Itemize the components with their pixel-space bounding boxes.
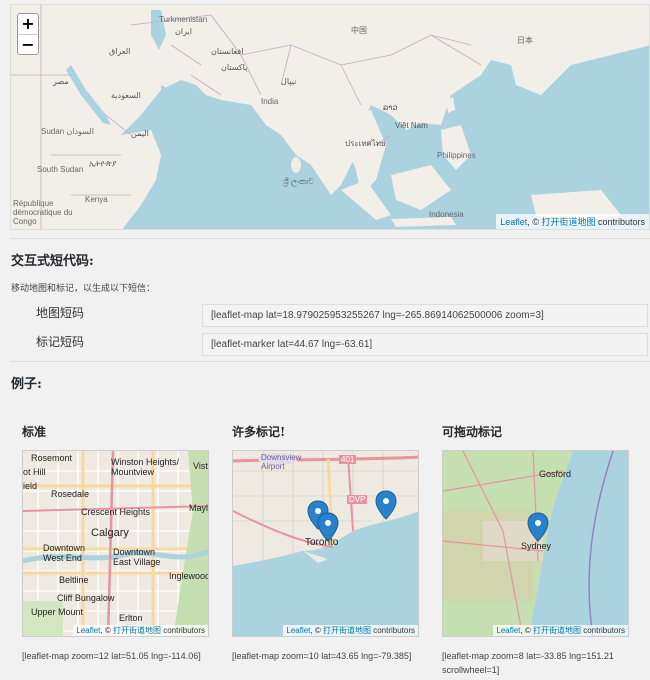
map-label: پاکستان [221, 63, 248, 72]
map-label: ot Hill [23, 467, 46, 477]
map-label: Upper Mount [31, 607, 84, 617]
example-title-standard: 标准 [22, 425, 47, 439]
map-label: Crescent Heights [81, 507, 151, 517]
example-title-many-markers: 许多标记! [232, 425, 286, 439]
map-label: Vista [193, 461, 208, 471]
map-label: 401 [339, 455, 357, 464]
marker-shortcode-field[interactable]: [leaflet-marker lat=44.67 lng=-63.61] [202, 333, 648, 356]
map-attribution: Leaflet, © 打开街道地图 contributors [493, 625, 628, 636]
map-label: Toronto [305, 537, 339, 548]
map-label: اليمن [131, 129, 149, 138]
map-label: Turkmenistan [159, 15, 208, 24]
attribution-contributors: contributors [595, 217, 645, 227]
example-map-many-markers[interactable]: Downsview Airport 401 DVP Toronto Leafle… [232, 450, 419, 637]
map-label: Indonesia [429, 210, 464, 219]
attribution-sep: , © [520, 626, 533, 635]
divider [10, 361, 650, 362]
example-code-many-markers: [leaflet-map zoom=10 lat=43.65 lng=-79.3… [232, 651, 412, 661]
map-label: Mayla [189, 503, 209, 513]
map-label: Downtown East Village [113, 547, 161, 567]
zoom-control: + − [17, 13, 39, 55]
attribution-sep: , © [527, 217, 542, 227]
osm-link[interactable]: 打开街道地图 [323, 626, 371, 635]
examples-heading: 例子: [11, 377, 42, 392]
map-label: Downsview Airport [261, 453, 302, 471]
map-label: ኢትዮጵያ [89, 159, 117, 168]
map-label: ایران [175, 27, 192, 36]
osm-link[interactable]: 打开街道地图 [533, 626, 581, 635]
map-shortcode-field[interactable]: [leaflet-map lat=18.979025953255267 lng=… [202, 304, 648, 327]
example-title-draggable-marker: 可拖动标记 [442, 425, 503, 439]
map-label: 日本 [517, 36, 533, 45]
map-label: ລາວ [383, 103, 398, 112]
map-label: العراق [109, 47, 131, 56]
map-label: République démocratique du Congo [13, 199, 73, 226]
map-attribution: Leaflet, © 打开街道地图 contributors [496, 214, 649, 229]
attribution-contributors: contributors [160, 626, 205, 635]
map-label: DVP [347, 495, 368, 504]
attribution-sep: , © [100, 626, 113, 635]
interactive-heading: 交互式短代码: [11, 254, 94, 269]
map-label: Downtown West End [43, 543, 86, 563]
map-label: Việt Nam [395, 121, 428, 130]
map-label: Cliff Bungalow [57, 593, 115, 603]
attribution-contributors: contributors [580, 626, 625, 635]
map-shortcode-label: 地图短码 [36, 306, 85, 320]
divider [10, 238, 650, 239]
map-label: 中国 [351, 26, 367, 35]
map-label: السعودية [111, 91, 141, 100]
leaflet-link[interactable]: Leaflet [500, 217, 527, 227]
map-label: Sudan السودان [41, 127, 94, 136]
map-label: Calgary [91, 527, 129, 539]
map-label: مصر [53, 77, 69, 86]
attribution-contributors: contributors [370, 626, 415, 635]
zoom-out-button[interactable]: − [18, 34, 38, 54]
example-map-draggable-marker[interactable]: Gosford Sydney Leaflet, © 打开街道地图 contrib… [442, 450, 629, 637]
map-label: افغانستان [211, 47, 244, 56]
main-map[interactable]: + − Turkmenistan 中国 日本 العراق افغانستان … [10, 4, 650, 230]
zoom-in-button[interactable]: + [18, 14, 38, 34]
map-label: Winston Heights/ Mountview [111, 457, 180, 477]
map-attribution: Leaflet, © 打开街道地图 contributors [283, 625, 418, 636]
leaflet-link[interactable]: Leaflet [76, 626, 100, 635]
osm-link[interactable]: 打开街道地图 [113, 626, 161, 635]
map-label: India [261, 97, 279, 106]
example-map-standard[interactable]: Rosemont Winston Heights/ Mountview ot H… [22, 450, 209, 637]
map-label: نیپال [281, 77, 297, 86]
interactive-hint: 移动地图和标记，以生成以下短信： [11, 283, 156, 293]
map-label: Gosford [539, 469, 572, 479]
map-label: ประเทศไทย [345, 139, 386, 148]
map-label: Sydney [521, 541, 552, 551]
map-label: Beltline [59, 575, 89, 585]
map-label: Kenya [85, 195, 108, 204]
map-label: ield [23, 481, 38, 491]
map-attribution: Leaflet, © 打开街道地图 contributors [73, 625, 208, 636]
leaflet-link[interactable]: Leaflet [286, 626, 310, 635]
attribution-sep: , © [310, 626, 323, 635]
leaflet-link[interactable]: Leaflet [496, 626, 520, 635]
map-label: Inglewood [169, 571, 209, 581]
example-code-draggable-marker: [leaflet-map zoom=8 lat=-33.85 lng=151.2… [442, 651, 614, 675]
map-label: Rosedale [51, 489, 90, 499]
map-label: Philippines [437, 151, 476, 160]
marker-shortcode-label: 标记短码 [36, 335, 85, 349]
osm-link[interactable]: 打开街道地图 [541, 217, 595, 227]
map-label: Rosemont [31, 453, 73, 463]
map-label: Erlton [119, 613, 143, 623]
map-label: South Sudan [37, 165, 84, 174]
example-code-standard: [leaflet-map zoom=12 lat=51.05 lng=-114.… [22, 651, 201, 661]
map-label: ශ්‍රී ලංකාව [283, 177, 314, 186]
